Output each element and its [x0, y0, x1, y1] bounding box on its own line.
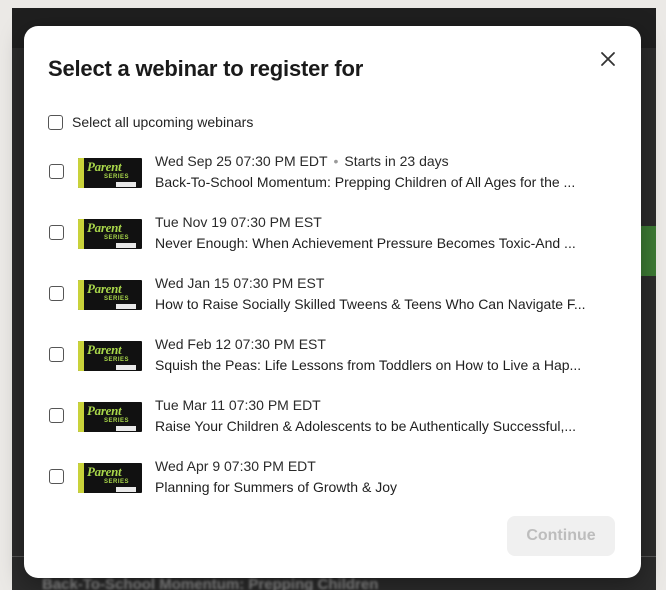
thumbnail-tag — [116, 487, 136, 492]
thumbnail-accent-bar — [78, 219, 84, 249]
webinar-info: Wed Feb 12 07:30 PM EST Squish the Peas:… — [155, 336, 621, 373]
webinar-date-line: Wed Feb 12 07:30 PM EST — [155, 336, 621, 355]
background-webinar-title: Back-To-School Momentum: Prepping Childr… — [42, 576, 379, 590]
webinar-list-item[interactable]: Parent SERIES Tue Mar 11 07:30 PM EDT Ra… — [48, 392, 618, 453]
close-button[interactable] — [597, 48, 619, 70]
thumbnail-word: Parent — [87, 220, 122, 235]
select-all-label: Select all upcoming webinars — [72, 114, 254, 130]
select-all-checkbox[interactable] — [48, 114, 63, 130]
webinar-date: Wed Jan 15 07:30 PM EST — [155, 275, 325, 291]
thumbnail-accent-bar — [78, 463, 84, 493]
webinar-thumbnail: Parent SERIES — [78, 219, 142, 249]
separator-dot: • — [333, 153, 339, 169]
webinar-info: Tue Nov 19 07:30 PM EST Never Enough: Wh… — [155, 214, 621, 251]
starts-in-label: Starts in 23 days — [344, 153, 449, 169]
webinar-date: Wed Feb 12 07:30 PM EST — [155, 336, 326, 352]
thumbnail-accent-bar — [78, 341, 84, 371]
webinar-checkbox[interactable] — [49, 347, 64, 362]
webinar-list-item[interactable]: Parent SERIES Wed Sep 25 07:30 PM EDT • St… — [48, 148, 618, 209]
webinar-date: Tue Mar 11 07:30 PM EDT — [155, 397, 321, 413]
webinar-date: Wed Apr 9 07:30 PM EDT — [155, 458, 316, 474]
webinar-date-line: Wed Apr 9 07:30 PM EDT — [155, 458, 621, 477]
webinar-checkbox[interactable] — [49, 225, 64, 240]
webinar-title: Planning for Summers of Growth & Joy — [155, 479, 397, 495]
webinar-info: Wed Sep 25 07:30 PM EDT • Starts in 23 day… — [155, 153, 621, 190]
thumbnail-series: SERIES — [104, 418, 130, 424]
webinar-checkbox[interactable] — [49, 469, 64, 484]
thumbnail-series: SERIES — [104, 479, 130, 485]
thumbnail-word: Parent — [87, 159, 122, 174]
webinar-title: How to Raise Socially Skilled Tweens & T… — [155, 296, 586, 312]
webinar-thumbnail: Parent SERIES — [78, 280, 142, 310]
webinar-info: Tue Mar 11 07:30 PM EDT Raise Your Child… — [155, 397, 621, 434]
webinar-checkbox[interactable] — [49, 286, 64, 301]
webinar-date: Wed Sep 25 07:30 PM EDT — [155, 153, 328, 169]
webinar-title: Never Enough: When Achievement Pressure … — [155, 235, 576, 251]
webinar-date-line: Tue Mar 11 07:30 PM EDT — [155, 397, 621, 416]
webinar-date-line: Wed Sep 25 07:30 PM EDT • Starts in 23 day… — [155, 153, 621, 172]
webinar-list-item[interactable]: Parent SERIES Wed Apr 9 07:30 PM EDT Pla… — [48, 453, 618, 514]
webinar-list-item[interactable]: Parent SERIES Tue Nov 19 07:30 PM EST Ne… — [48, 209, 618, 270]
webinar-list-item[interactable]: Parent SERIES Wed Feb 12 07:30 PM EST Sq… — [48, 331, 618, 392]
thumbnail-accent-bar — [78, 402, 84, 432]
thumbnail-word: Parent — [87, 464, 122, 479]
webinar-date-line: Tue Nov 19 07:30 PM EST — [155, 214, 621, 233]
thumbnail-series: SERIES — [104, 296, 130, 302]
thumbnail-accent-bar — [78, 158, 84, 188]
close-icon — [601, 52, 615, 66]
thumbnail-word: Parent — [87, 281, 122, 296]
thumbnail-tag — [116, 426, 136, 431]
thumbnail-tag — [116, 304, 136, 309]
thumbnail-series: SERIES — [104, 235, 130, 241]
webinar-thumbnail: Parent SERIES — [78, 158, 142, 188]
thumbnail-series: SERIES — [104, 174, 130, 180]
thumbnail-tag — [116, 243, 136, 248]
webinar-info: Wed Jan 15 07:30 PM EST How to Raise Soc… — [155, 275, 621, 312]
select-all-row[interactable]: Select all upcoming webinars — [48, 112, 253, 132]
thumbnail-tag — [116, 182, 136, 187]
webinar-date: Tue Nov 19 07:30 PM EST — [155, 214, 322, 230]
webinar-info: Wed Apr 9 07:30 PM EDT Planning for Summ… — [155, 458, 621, 495]
dialog-title: Select a webinar to register for — [48, 56, 364, 81]
thumbnail-tag — [116, 365, 136, 370]
webinar-thumbnail: Parent SERIES — [78, 463, 142, 493]
webinar-list: Parent SERIES Wed Sep 25 07:30 PM EDT • St… — [48, 148, 618, 514]
webinar-title: Back-To-School Momentum: Prepping Childr… — [155, 174, 576, 190]
webinar-title: Squish the Peas: Life Lessons from Toddl… — [155, 357, 582, 373]
continue-button[interactable]: Continue — [507, 516, 615, 556]
thumbnail-series: SERIES — [104, 357, 130, 363]
webinar-title: Raise Your Children & Adolescents to be … — [155, 418, 577, 434]
webinar-list-item[interactable]: Parent SERIES Wed Jan 15 07:30 PM EST Ho… — [48, 270, 618, 331]
webinar-checkbox[interactable] — [49, 408, 64, 423]
thumbnail-word: Parent — [87, 342, 122, 357]
webinar-selection-dialog: Select a webinar to register for Select … — [24, 26, 641, 578]
thumbnail-word: Parent — [87, 403, 122, 418]
webinar-checkbox[interactable] — [49, 164, 64, 179]
webinar-thumbnail: Parent SERIES — [78, 402, 142, 432]
thumbnail-accent-bar — [78, 280, 84, 310]
webinar-date-line: Wed Jan 15 07:30 PM EST — [155, 275, 621, 294]
webinar-thumbnail: Parent SERIES — [78, 341, 142, 371]
